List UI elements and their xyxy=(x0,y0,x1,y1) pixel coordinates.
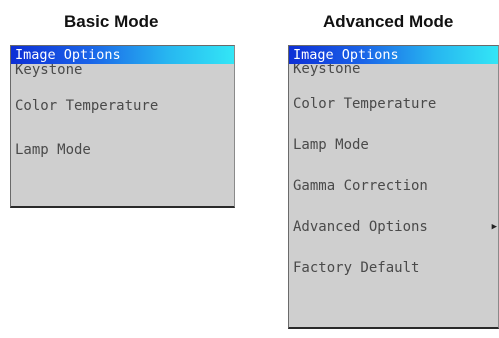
triangle-right-icon: ▶ xyxy=(491,222,497,232)
advanced-menu-item-keystone[interactable]: Keystone xyxy=(289,64,498,84)
advanced-menu: Image Options Keystone Color Temperature… xyxy=(288,45,499,329)
advanced-menu-item-gamma-correction[interactable]: Gamma Correction xyxy=(289,166,498,207)
advanced-menu-item-color-temperature[interactable]: Color Temperature xyxy=(289,84,498,125)
advanced-options-label: Advanced Options xyxy=(293,219,428,235)
basic-menu-item-color-temperature[interactable]: Color Temperature xyxy=(11,84,234,128)
basic-menu-item-keystone[interactable]: Keystone xyxy=(11,64,234,84)
basic-menu-header-image-options[interactable]: Image Options xyxy=(11,46,234,64)
advanced-menu-item-factory-default[interactable]: Factory Default xyxy=(289,248,498,289)
basic-mode-title: Basic Mode xyxy=(64,12,159,31)
advanced-mode-title: Advanced Mode xyxy=(323,12,454,31)
basic-menu: Image Options Keystone Color Temperature… xyxy=(10,45,235,208)
advanced-menu-item-advanced-options[interactable]: Advanced Options ▶ xyxy=(289,207,498,248)
advanced-menu-header-image-options[interactable]: Image Options xyxy=(289,46,498,64)
advanced-menu-item-lamp-mode[interactable]: Lamp Mode xyxy=(289,125,498,166)
basic-menu-item-lamp-mode[interactable]: Lamp Mode xyxy=(11,128,234,172)
